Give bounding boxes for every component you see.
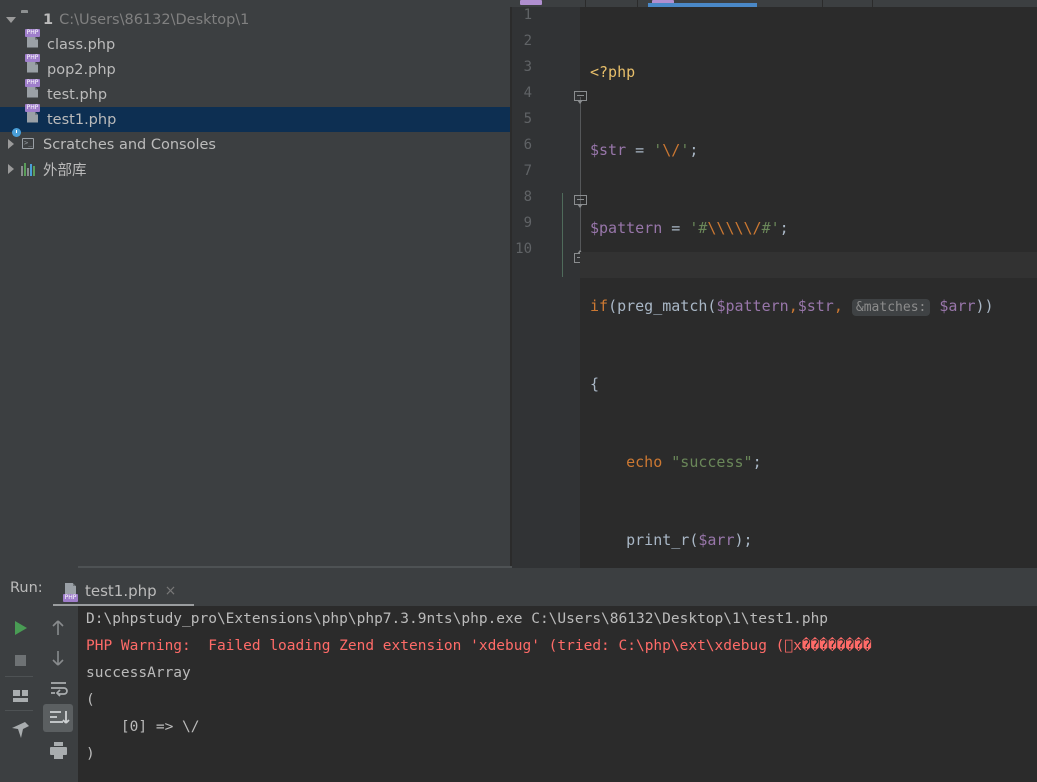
line-number: 7	[523, 163, 532, 179]
pin-tab-button[interactable]	[5, 716, 35, 744]
tab-divider	[637, 0, 638, 7]
toolbar-divider	[5, 676, 33, 677]
tab-divider	[822, 0, 823, 7]
rerun-button[interactable]	[5, 614, 35, 642]
inlay-hint: &matches:	[851, 299, 931, 316]
file-label: class.php	[47, 36, 116, 53]
php-file-icon: PHP	[25, 28, 42, 53]
file-label: test.php	[47, 86, 108, 103]
external-libraries-label: 外部库	[43, 163, 87, 179]
console-line: successArray	[86, 665, 191, 681]
run-toolbar-secondary	[40, 606, 78, 782]
folder-icon	[21, 12, 38, 28]
editor-tab-strip[interactable]	[0, 0, 1037, 7]
tree-node-file[interactable]: PHP pop2.php	[0, 53, 510, 82]
console-output[interactable]: D:\phpstudy_pro\Extensions\php\php7.3.9n…	[78, 606, 1037, 782]
editor-gutter[interactable]: 1 2 3 4 5 6 7 8 9 10	[512, 7, 587, 568]
play-icon	[15, 621, 27, 635]
run-toolbar-primary	[0, 606, 40, 782]
line-number: 1	[523, 7, 532, 23]
external-libraries-icon	[21, 162, 38, 178]
line-number: 4	[523, 85, 532, 101]
close-icon[interactable]: ×	[165, 584, 177, 598]
stop-icon	[15, 655, 26, 666]
scratches-icon: >_	[12, 127, 38, 153]
project-root-name: 1	[43, 11, 54, 28]
line-number: 3	[523, 59, 532, 75]
chevron-right-icon[interactable]	[5, 138, 18, 151]
console-line: )	[86, 746, 95, 762]
code-line-6: echo "success";	[626, 453, 762, 471]
scroll-to-end-icon	[50, 711, 70, 724]
code-content[interactable]: <?php $str = '\/'; $pattern = '#\\\\\/#'…	[590, 7, 1037, 568]
run-tool-window: Run: PHP test1.php × D:\phpstudy_pro\Ext…	[0, 572, 1037, 782]
line-number: 2	[523, 33, 532, 49]
up-button[interactable]	[43, 614, 73, 642]
scroll-to-end-button[interactable]	[43, 704, 73, 732]
console-line-error: PHP Warning: Failed loading Zend extensi…	[86, 638, 872, 654]
soft-wrap-button[interactable]	[43, 674, 73, 702]
chevron-right-icon[interactable]	[5, 163, 18, 176]
tree-node-external-libraries[interactable]: 外部库	[0, 157, 510, 182]
code-line-3: $pattern = '#\\\\\/#';	[590, 219, 789, 237]
soft-wrap-icon	[51, 682, 68, 697]
pin-icon	[12, 722, 29, 738]
project-tool-window[interactable]: 1 C:\Users\86132\Desktop\1 PHP class.php…	[0, 7, 510, 568]
code-line-1: <?php	[590, 63, 636, 81]
code-line-5: {	[590, 375, 600, 393]
ide-window: 1 C:\Users\86132\Desktop\1 PHP class.php…	[0, 0, 1037, 782]
tree-node-scratches[interactable]: >_ Scratches and Consoles	[0, 127, 510, 157]
fold-toggle-icon[interactable]	[574, 91, 587, 104]
line-number: 6	[523, 137, 532, 153]
down-button[interactable]	[43, 644, 73, 672]
tab-divider	[585, 0, 586, 7]
file-label: pop2.php	[47, 61, 116, 78]
code-line-7: print_r($arr);	[626, 531, 753, 549]
line-number: 9	[523, 215, 532, 231]
line-number: 5	[523, 111, 532, 127]
scratches-label: Scratches and Consoles	[43, 136, 216, 153]
chevron-down-icon[interactable]	[5, 13, 18, 26]
tree-node-file[interactable]: PHP class.php	[0, 28, 510, 57]
layout-button[interactable]	[5, 682, 35, 710]
code-line-2: $str = '\/';	[590, 141, 699, 159]
php-file-icon: PHP	[25, 78, 42, 103]
code-editor[interactable]: 1 2 3 4 5 6 7 8 9 10 <?php $str = '\/'; …	[512, 7, 1037, 568]
stop-button[interactable]	[5, 646, 35, 674]
run-window-header: Run: PHP test1.php ×	[0, 572, 1037, 606]
php-file-icon: PHP	[25, 53, 42, 78]
tab-divider	[872, 0, 873, 7]
project-root-path: C:\Users\86132\Desktop\1	[59, 11, 250, 28]
line-number: 10	[515, 241, 532, 257]
php-file-icon: PHP	[25, 103, 42, 128]
run-tab-title: test1.php	[85, 582, 157, 600]
print-button[interactable]	[43, 736, 73, 764]
run-window-label: Run:	[10, 580, 43, 596]
code-line-4: if(preg_match($pattern,$str, &matches: $…	[590, 297, 994, 316]
console-line: [0] => \/	[86, 719, 200, 735]
php-run-config-icon: PHP	[63, 583, 80, 602]
run-config-tab[interactable]: PHP test1.php ×	[55, 576, 184, 606]
fold-toggle-icon[interactable]	[574, 195, 587, 208]
console-line: D:\phpstudy_pro\Extensions\php\php7.3.9n…	[86, 611, 829, 627]
file-label: test1.php	[47, 111, 117, 128]
toolbar-divider	[5, 710, 33, 711]
layout-icon	[13, 690, 28, 702]
line-number: 8	[523, 189, 532, 205]
console-line: (	[86, 692, 95, 708]
printer-icon	[50, 742, 67, 759]
tree-node-root[interactable]: 1 C:\Users\86132\Desktop\1	[0, 7, 510, 32]
indent-guide	[562, 193, 563, 277]
arrow-up-icon	[52, 620, 64, 635]
tree-node-file[interactable]: PHP test.php	[0, 78, 510, 107]
arrow-down-icon	[52, 651, 64, 666]
tab-icon-chip	[520, 0, 542, 5]
tree-node-file-selected[interactable]: PHP test1.php	[0, 103, 510, 132]
